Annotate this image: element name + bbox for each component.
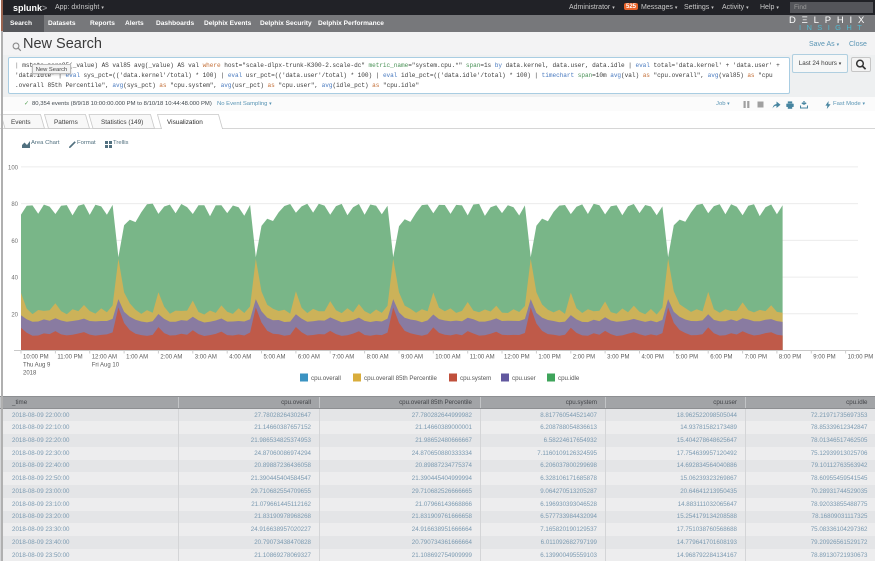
svg-text:8:00 PM: 8:00 PM (779, 355, 801, 361)
svg-text:12:00 PM: 12:00 PM (504, 355, 530, 361)
svg-text:6:00 PM: 6:00 PM (710, 355, 732, 361)
svg-text:Statistics (149): Statistics (149) (101, 119, 143, 126)
svg-text:2018: 2018 (23, 371, 37, 377)
svg-text:7:00 AM: 7:00 AM (332, 355, 354, 361)
svg-text:1:00 PM: 1:00 PM (538, 355, 560, 361)
svg-text:2:00 PM: 2:00 PM (573, 355, 595, 361)
svg-text:4:00 PM: 4:00 PM (642, 355, 664, 361)
svg-text:Events: Events (11, 119, 31, 126)
svg-text:10:00 AM: 10:00 AM (435, 355, 460, 361)
svg-text:3:00 PM: 3:00 PM (607, 355, 629, 361)
svg-text:cpu.overall 85th Percentile: cpu.overall 85th Percentile (364, 375, 437, 382)
svg-text:9:00 AM: 9:00 AM (401, 355, 423, 361)
svg-text:10:00 PM: 10:00 PM (848, 355, 874, 361)
svg-text:11:00 AM: 11:00 AM (470, 355, 495, 361)
svg-text:4:00 AM: 4:00 AM (229, 355, 251, 361)
svg-text:9:00 PM: 9:00 PM (813, 355, 835, 361)
svg-text:10:00 PM: 10:00 PM (23, 355, 49, 361)
svg-text:2:00 AM: 2:00 AM (160, 355, 182, 361)
svg-text:Visualization: Visualization (167, 119, 203, 126)
svg-text:cpu.system: cpu.system (460, 375, 491, 382)
svg-text:1:00 AM: 1:00 AM (126, 355, 148, 361)
svg-text:Fri Aug 10: Fri Aug 10 (92, 363, 120, 369)
svg-text:Patterns: Patterns (54, 119, 78, 126)
svg-text:cpu.overall: cpu.overall (311, 375, 341, 382)
svg-text:5:00 PM: 5:00 PM (676, 355, 698, 361)
svg-text:80: 80 (11, 202, 18, 208)
svg-text:cpu.user: cpu.user (512, 375, 536, 382)
svg-text:3:00 AM: 3:00 AM (195, 355, 217, 361)
svg-text:20: 20 (11, 312, 18, 318)
svg-text:60: 60 (11, 239, 18, 245)
svg-text:cpu.idle: cpu.idle (558, 375, 580, 382)
svg-text:8:00 AM: 8:00 AM (367, 355, 389, 361)
svg-text:Thu Aug 9: Thu Aug 9 (23, 363, 51, 369)
svg-text:100: 100 (8, 165, 19, 171)
svg-text:6:00 AM: 6:00 AM (298, 355, 320, 361)
svg-text:5:00 AM: 5:00 AM (264, 355, 286, 361)
svg-text:40: 40 (11, 276, 18, 282)
svg-text:7:00 PM: 7:00 PM (745, 355, 767, 361)
svg-text:11:00 PM: 11:00 PM (57, 355, 82, 361)
svg-text:12:00 AM: 12:00 AM (92, 355, 117, 361)
